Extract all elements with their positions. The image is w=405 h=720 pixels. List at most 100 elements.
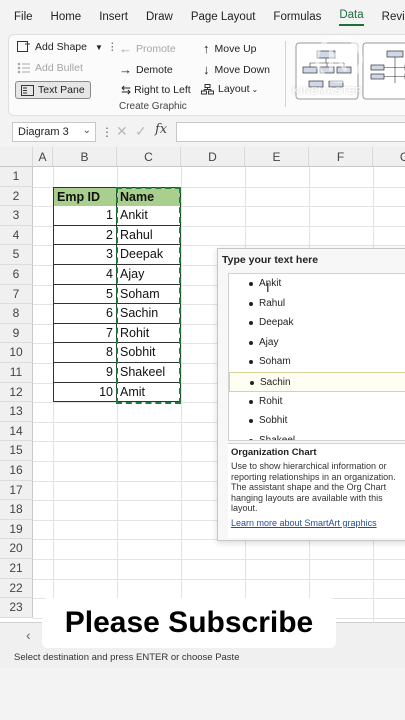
text-pane-button[interactable]: Text Pane <box>15 81 91 99</box>
table-cell-emp-id[interactable]: 7 <box>53 323 117 344</box>
column-header-a[interactable]: A <box>33 147 53 167</box>
confirm-icon[interactable]: ✓ <box>135 123 147 140</box>
formula-input[interactable] <box>176 122 405 142</box>
text-pane-list[interactable]: Ankit Rahul Deepak Ajay Soham Sachin Rohit Sobh… <box>228 273 405 441</box>
menu-item-file[interactable]: File <box>14 11 33 23</box>
more-options-icon[interactable]: ⋮ <box>107 41 118 53</box>
column-header-b[interactable]: B <box>53 147 117 167</box>
menu-item-page-layout[interactable]: Page Layout <box>191 11 256 23</box>
text-pane-item[interactable]: Sobhit <box>229 411 405 431</box>
row-header-4[interactable]: 4 <box>0 225 33 246</box>
select-all-corner[interactable] <box>0 147 33 167</box>
row-header-20[interactable]: 20 <box>0 539 33 559</box>
bullet-icon <box>249 282 253 286</box>
bullet-icon <box>249 360 253 365</box>
right-to-left-button[interactable]: ⇆ Right to Left <box>121 83 191 97</box>
row-header-15[interactable]: 15 <box>0 441 33 461</box>
row-header-9[interactable]: 9 <box>0 323 33 344</box>
column-header-d[interactable]: D <box>181 147 245 167</box>
row-header-11[interactable]: 11 <box>0 363 33 383</box>
text-pane-item[interactable]: Rahul <box>229 294 405 314</box>
add-bullet-button[interactable]: Add Bullet <box>17 62 83 74</box>
menu-item-data[interactable]: Data <box>339 9 364 26</box>
add-shape-button[interactable]: Add Shape ▼ <box>17 41 103 53</box>
layout-button[interactable]: Layout ⌄ <box>201 83 258 95</box>
row-header-5[interactable]: 5 <box>0 245 33 265</box>
bullet-icon <box>249 340 253 345</box>
row-header-19[interactable]: 19 <box>0 519 33 540</box>
smartart-ribbon: Add Shape ▼ ⋮ Add Bullet Text Pane ← Pro… <box>8 34 405 116</box>
table-cell-name[interactable]: Shakeel <box>117 363 181 383</box>
text-pane-item-label: Deepak <box>259 317 294 329</box>
row-header-17[interactable]: 17 <box>0 480 33 501</box>
move-up-button[interactable]: ↑ Move Up <box>203 41 257 56</box>
column-header-c[interactable]: C <box>117 147 181 167</box>
table-cell-name[interactable]: Sachin <box>117 304 181 324</box>
table-cell-name[interactable]: Deepak <box>117 245 181 265</box>
add-bullet-label: Add Bullet <box>35 62 83 74</box>
row-header-6[interactable]: 6 <box>0 265 33 285</box>
table-cell-emp-id[interactable]: 6 <box>53 304 117 324</box>
text-pane-item[interactable]: Ajay <box>229 333 405 353</box>
row-header-23[interactable]: 23 <box>0 598 33 618</box>
org-chart-layout-gallery[interactable] <box>295 41 405 111</box>
table-cell-emp-id[interactable]: 1 <box>53 206 117 226</box>
column-header-f[interactable]: F <box>309 147 373 167</box>
text-pane-item[interactable]: Sachin <box>229 372 405 392</box>
row-header-18[interactable]: 18 <box>0 500 33 520</box>
row-header-1[interactable]: 1 <box>0 167 33 187</box>
table-cell-name[interactable]: Ajay <box>117 265 181 285</box>
row-header-3[interactable]: 3 <box>0 206 33 226</box>
table-cell-emp-id[interactable]: 8 <box>53 343 117 363</box>
layout-info-description: Use to show hierarchical information or … <box>231 461 396 513</box>
insert-function-icon[interactable]: fx <box>155 122 167 137</box>
table-cell-emp-id[interactable]: 2 <box>53 225 117 246</box>
table-cell-emp-id[interactable]: 10 <box>53 382 117 403</box>
text-pane-item[interactable]: Ankit <box>229 274 405 294</box>
table-cell-name[interactable]: Sobhit <box>117 343 181 363</box>
move-down-button[interactable]: ↓ Move Down <box>203 62 270 77</box>
row-header-2[interactable]: 2 <box>0 186 33 207</box>
row-header-22[interactable]: 22 <box>0 578 33 599</box>
row-header-14[interactable]: 14 <box>0 421 33 442</box>
column-header-e[interactable]: E <box>245 147 309 167</box>
move-down-label: Move Down <box>214 63 270 76</box>
row-header-13[interactable]: 13 <box>0 402 33 422</box>
row-header-12[interactable]: 12 <box>0 382 33 403</box>
chevron-left-icon[interactable]: ‹ <box>26 627 31 643</box>
row-header-10[interactable]: 10 <box>0 343 33 363</box>
table-cell-name[interactable]: Rahul <box>117 225 181 246</box>
text-pane-item[interactable]: Deepak <box>229 313 405 333</box>
menu-item-draw[interactable]: Draw <box>146 11 173 23</box>
learn-more-link[interactable]: Learn more about SmartArt graphics <box>231 518 405 528</box>
menu-item-insert[interactable]: Insert <box>99 11 128 23</box>
column-header-g[interactable]: G <box>373 147 405 167</box>
menu-item-home[interactable]: Home <box>51 11 82 23</box>
table-header-emp-id[interactable]: Emp ID <box>53 186 117 207</box>
row-header-8[interactable]: 8 <box>0 304 33 324</box>
text-pane-item[interactable]: Rohit <box>229 392 405 412</box>
table-cell-emp-id[interactable]: 9 <box>53 363 117 383</box>
promote-button[interactable]: ← Promote <box>119 41 176 56</box>
text-pane-item[interactable]: Shakeel <box>229 431 405 440</box>
menu-item-review[interactable]: Review <box>382 11 405 23</box>
table-cell-name[interactable]: Ankit <box>117 206 181 226</box>
menu-item-formulas[interactable]: Formulas <box>273 11 321 23</box>
bullet-icon <box>249 321 253 326</box>
row-header-16[interactable]: 16 <box>0 461 33 481</box>
more-options-icon[interactable]: ⋮ <box>101 125 113 139</box>
table-cell-name[interactable]: Soham <box>117 284 181 305</box>
table-cell-name[interactable]: Amit <box>117 382 181 403</box>
name-box[interactable]: Diagram 3 ⌄ <box>12 122 96 142</box>
text-pane-item[interactable]: Soham <box>229 352 405 372</box>
table-cell-emp-id[interactable]: 3 <box>53 245 117 265</box>
demote-button[interactable]: → Demote <box>119 62 173 77</box>
cancel-icon[interactable]: ✕ <box>116 123 128 140</box>
table-cell-emp-id[interactable]: 5 <box>53 284 117 305</box>
table-cell-name[interactable]: Rohit <box>117 323 181 344</box>
table-cell-emp-id[interactable]: 4 <box>53 265 117 285</box>
row-header-7[interactable]: 7 <box>0 284 33 305</box>
row-header-21[interactable]: 21 <box>0 559 33 579</box>
table-header-name[interactable]: Name <box>116 186 181 207</box>
chevron-down-icon[interactable]: ⌄ <box>83 125 91 136</box>
